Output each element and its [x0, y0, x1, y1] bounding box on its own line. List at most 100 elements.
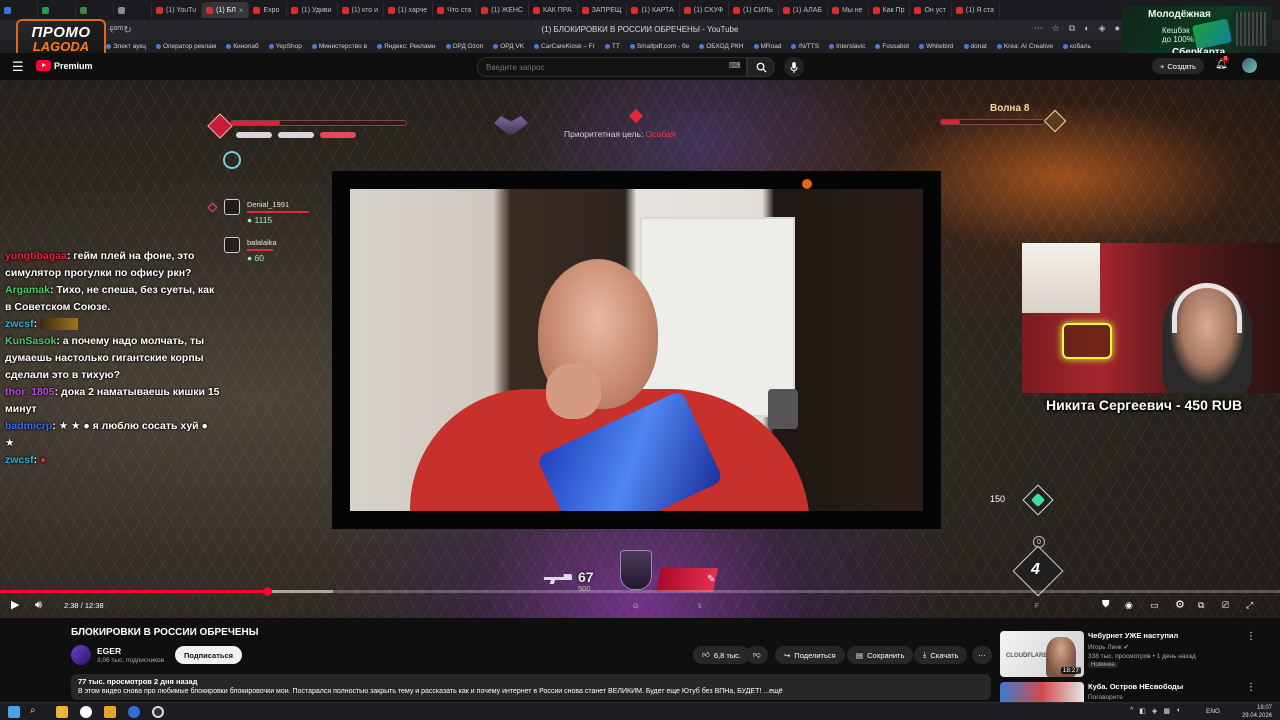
- recommended-video[interactable]: CLOUDFLARE 18:27 Чебурнет УЖЕ наступил И…: [1000, 631, 1260, 677]
- obs-icon[interactable]: [152, 706, 164, 718]
- search-input[interactable]: Введите запрос: [477, 57, 747, 77]
- tray-volume-icon[interactable]: ◖: [1176, 707, 1180, 715]
- volume-icon[interactable]: 🔊︎: [35, 598, 42, 612]
- download-button[interactable]: ⤓ Скачать: [914, 646, 968, 664]
- bookmark-item[interactable]: Элект аукц: [106, 43, 146, 50]
- play-icon[interactable]: ▶: [11, 598, 19, 612]
- bookmark-item[interactable]: ОБХОД РКН: [699, 43, 744, 50]
- keyboard-language[interactable]: ENG: [1206, 708, 1220, 715]
- browser-tab[interactable]: Как Пр: [869, 2, 911, 18]
- browser-tab[interactable]: Он уст: [910, 2, 952, 18]
- menu-icon[interactable]: ☰: [12, 59, 24, 75]
- youtube-logo[interactable]: Premium: [36, 60, 93, 71]
- system-clock[interactable]: 18:07 29.04.2026: [1222, 704, 1272, 720]
- subtitles-icon[interactable]: ▭: [1150, 598, 1159, 612]
- reload-icon[interactable]: ↻: [123, 25, 131, 36]
- browser-tab[interactable]: (1) КАРТА: [627, 2, 680, 18]
- windows-start-icon[interactable]: [8, 706, 20, 718]
- like-button[interactable]: 👍︎ 6,8 тыс.: [693, 646, 751, 664]
- browser-tab[interactable]: [114, 2, 152, 18]
- neon-sign-image: [1062, 323, 1112, 359]
- extension-icon-2[interactable]: ◐: [1084, 23, 1089, 34]
- channel-avatar[interactable]: [71, 645, 91, 665]
- share-button[interactable]: ↪ Поделиться: [775, 646, 845, 664]
- browser-tab[interactable]: Что ста: [433, 2, 478, 18]
- tray-network-icon[interactable]: ▦: [1163, 707, 1170, 715]
- browser-tab[interactable]: Мы не: [828, 2, 869, 18]
- bookmark-icon[interactable]: ☆: [1052, 23, 1060, 34]
- bookmark-item[interactable]: ОРД Ozon: [445, 43, 483, 50]
- save-button[interactable]: ▤ Сохранить: [847, 646, 914, 664]
- extension-icon[interactable]: ⧉: [1069, 23, 1075, 34]
- bookmark-item[interactable]: ОРД VK: [493, 43, 524, 50]
- extension-icon-3[interactable]: ◈: [1099, 23, 1106, 34]
- browser-tab[interactable]: КАК ПРА: [529, 2, 578, 18]
- browser-tab[interactable]: (1) харче: [384, 2, 434, 18]
- settings-gear-icon[interactable]: ⚙: [1175, 598, 1185, 612]
- browser-tab[interactable]: (1) Удиви: [287, 2, 338, 18]
- recommended-video[interactable]: Куба. Остров НЕсвободы Поговорите ⋮: [1000, 682, 1260, 702]
- file-explorer-icon[interactable]: [56, 706, 68, 718]
- autoplay-icon[interactable]: ◉: [1125, 598, 1133, 612]
- browser-tab[interactable]: (1) СКУФ: [680, 2, 730, 18]
- browser-tab[interactable]: [38, 2, 76, 18]
- recommended-thumbnail[interactable]: CLOUDFLARE 18:27: [1000, 631, 1084, 677]
- more-vertical-icon[interactable]: ⋮: [1246, 631, 1256, 642]
- more-icon[interactable]: ⋯: [1034, 23, 1043, 34]
- description-box[interactable]: 77 тыс. просмотров 2 дня назад В этом ви…: [71, 674, 991, 700]
- bookmark-item[interactable]: Оператор реклам: [155, 43, 216, 50]
- bookmark-item[interactable]: Smallpdf.com - бе: [629, 43, 689, 50]
- progress-bar[interactable]: [0, 587, 1280, 596]
- app-icon-1[interactable]: [104, 706, 116, 718]
- app-icon-2[interactable]: [128, 706, 140, 718]
- more-vertical-icon[interactable]: ⋮: [1246, 682, 1256, 693]
- tray-app-icon[interactable]: ◧: [1139, 707, 1146, 715]
- bookmark-item[interactable]: Кинопаб: [226, 43, 259, 50]
- taskbar-search-icon[interactable]: ⌕: [30, 705, 36, 716]
- tray-app-icon-2[interactable]: ◈: [1152, 707, 1157, 715]
- profile-icon[interactable]: ●: [1115, 23, 1120, 34]
- bookmark-item[interactable]: YepShop: [268, 43, 302, 50]
- bookmark-item[interactable]: TT: [604, 43, 620, 50]
- browser-tab[interactable]: (1) YouTu: [152, 2, 203, 18]
- bookmark-item[interactable]: Министерство в: [311, 43, 367, 50]
- browser-tab[interactable]: (1) Я ста: [952, 2, 1000, 18]
- browser-tab[interactable]: [0, 2, 38, 18]
- channel-name[interactable]: EGER: [97, 646, 121, 656]
- keyboard-icon[interactable]: ⌨: [729, 61, 741, 70]
- browser-tab[interactable]: (1) СИЛЬ: [729, 2, 779, 18]
- bookmark-item[interactable]: /N/TTS: [791, 43, 819, 50]
- tray-chevron-icon[interactable]: ^: [1130, 707, 1133, 715]
- browser-tab[interactable]: ЗАПРЕЩ: [578, 2, 628, 18]
- bookmark-item[interactable]: MRoad: [753, 43, 781, 50]
- cast-icon[interactable]: ⎚: [1222, 598, 1229, 612]
- browser-tab[interactable]: (1) ЖЕНС: [477, 2, 530, 18]
- more-actions-button[interactable]: ⋯: [972, 646, 992, 664]
- yandex-browser-icon[interactable]: [80, 706, 92, 718]
- dislike-button[interactable]: 👎︎: [746, 646, 768, 664]
- search-button[interactable]: [747, 57, 775, 77]
- recommended-thumbnail[interactable]: [1000, 682, 1084, 702]
- browser-tab[interactable]: (1) АЛАБ: [779, 2, 828, 18]
- voice-search-button[interactable]: [784, 57, 804, 77]
- bookmark-item[interactable]: CarCareKiosk – Fr: [534, 43, 595, 50]
- browser-tab[interactable]: [76, 2, 114, 18]
- browser-tab[interactable]: (1) кто и: [338, 2, 385, 18]
- bookmark-item[interactable]: Fossabot: [875, 43, 909, 50]
- fullscreen-icon[interactable]: ⤢: [1246, 598, 1253, 612]
- create-button[interactable]: + Создать: [1152, 58, 1204, 74]
- subscribe-button[interactable]: Подписаться: [175, 646, 243, 664]
- sponsorblock-icon[interactable]: ⛊: [1102, 598, 1110, 612]
- bookmark-item[interactable]: Яндекс: Рекламн: [376, 43, 436, 50]
- bookmark-item[interactable]: кобаль: [1062, 43, 1091, 50]
- browser-tab[interactable]: (1) БЛ ×: [202, 2, 250, 18]
- bookmark-item[interactable]: Whitebird: [919, 43, 954, 50]
- miniplayer-icon[interactable]: ⧉: [1198, 598, 1204, 612]
- progress-scrubber[interactable]: [262, 587, 272, 596]
- account-avatar[interactable]: [1242, 58, 1257, 73]
- browser-tab[interactable]: Expo: [249, 2, 288, 18]
- bookmark-item[interactable]: donat: [963, 43, 987, 50]
- tab-close-icon[interactable]: ×: [239, 6, 244, 15]
- bookmark-item[interactable]: Interslavic: [829, 43, 865, 50]
- bookmark-item[interactable]: Krea: AI Creative: [996, 43, 1053, 50]
